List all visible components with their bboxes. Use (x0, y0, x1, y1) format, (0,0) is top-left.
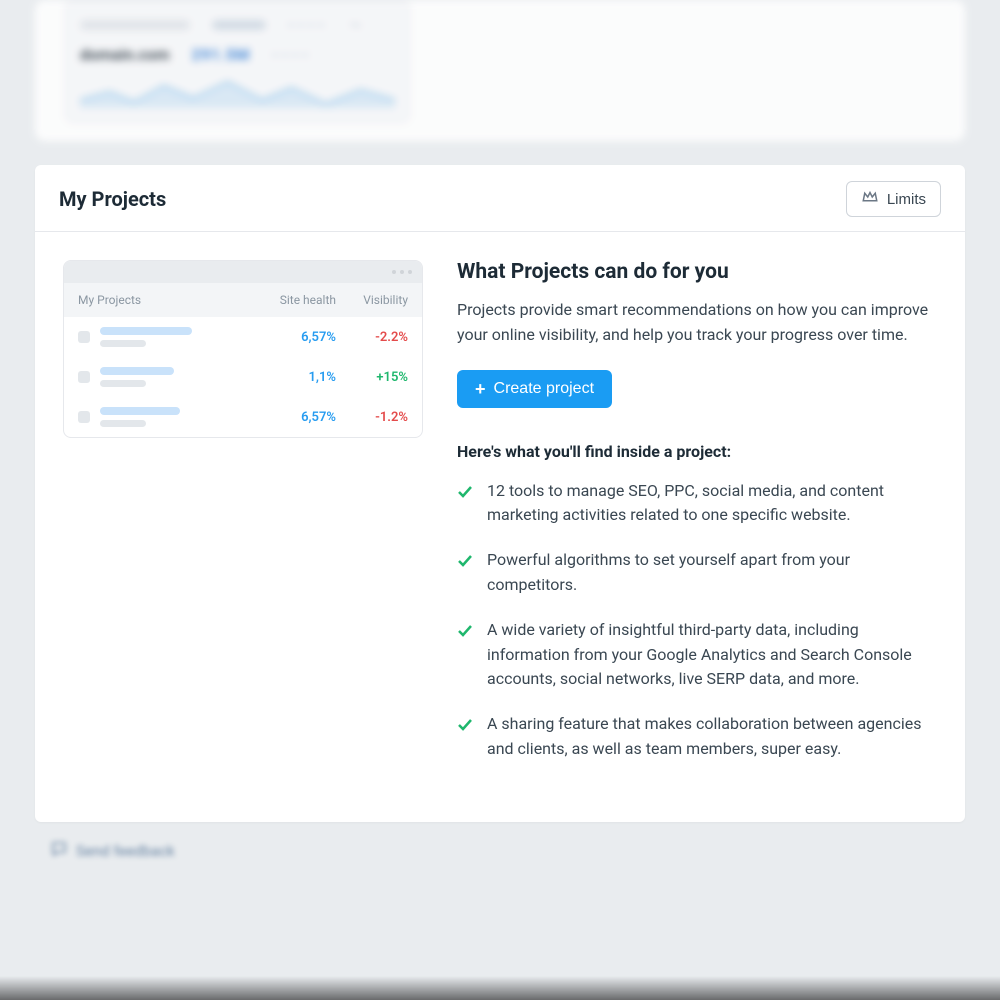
site-health-value: 1,1% (254, 370, 336, 385)
feature-text: Powerful algorithms to set yourself apar… (487, 548, 941, 598)
create-project-button[interactable]: + Create project (457, 370, 612, 408)
table-row: 6,57% -2.2% (64, 317, 422, 357)
my-projects-card: My Projects Limits My Projects Site heal… (35, 165, 965, 822)
section-heading: What Projects can do for you (457, 260, 941, 284)
feature-text: 12 tools to manage SEO, PPC, social medi… (487, 479, 941, 529)
features-heading: Here's what you'll find inside a project… (457, 442, 941, 461)
top-blurred-region: ～ domain.com 291.5M (0, 0, 1000, 141)
visibility-value: -2.2% (336, 330, 408, 345)
check-icon (457, 483, 473, 499)
bottom-shadow (0, 976, 1000, 1000)
check-icon (457, 716, 473, 732)
col-visibility: Visibility (336, 293, 408, 307)
list-item: Powerful algorithms to set yourself apar… (457, 548, 941, 598)
visibility-value: -1.2% (336, 410, 408, 425)
projects-info: What Projects can do for you Projects pr… (457, 260, 941, 782)
check-icon (457, 622, 473, 638)
section-description: Projects provide smart recommendations o… (457, 298, 941, 348)
list-item: 12 tools to manage SEO, PPC, social medi… (457, 479, 941, 529)
checkbox-placeholder (78, 331, 90, 343)
preview-header-row: My Projects Site health Visibility (64, 283, 422, 317)
plus-icon: + (475, 380, 486, 398)
col-projects: My Projects (78, 293, 254, 307)
projects-preview: My Projects Site health Visibility 6,57%… (63, 260, 423, 438)
check-icon (457, 552, 473, 568)
limits-button[interactable]: Limits (846, 181, 941, 217)
sparkline (80, 74, 395, 108)
list-item: A sharing feature that makes collaborati… (457, 712, 941, 762)
send-feedback-label: Send feedback (76, 842, 175, 860)
send-feedback-link[interactable]: Send feedback (50, 840, 175, 862)
domain-preview-card: ～ domain.com 291.5M (65, 0, 410, 123)
page-title: My Projects (59, 187, 166, 211)
crown-icon (861, 188, 879, 210)
visibility-value: +15% (336, 370, 408, 385)
chat-icon (50, 840, 68, 862)
list-item: A wide variety of insightful third-party… (457, 618, 941, 692)
feature-text: A sharing feature that makes collaborati… (487, 712, 941, 762)
preview-window-bar (64, 261, 422, 283)
my-projects-header: My Projects Limits (35, 165, 965, 232)
create-project-label: Create project (494, 380, 595, 398)
table-row: 1,1% +15% (64, 357, 422, 397)
site-health-value: 6,57% (254, 410, 336, 425)
table-row: 6,57% -1.2% (64, 397, 422, 437)
top-card: ～ domain.com 291.5M (35, 0, 965, 141)
site-health-value: 6,57% (254, 330, 336, 345)
domain-name: domain.com (80, 45, 170, 64)
limits-label: Limits (887, 191, 926, 208)
checkbox-placeholder (78, 371, 90, 383)
domain-value: 291.5M (192, 45, 250, 64)
checkbox-placeholder (78, 411, 90, 423)
col-site-health: Site health (254, 293, 336, 307)
feature-list: 12 tools to manage SEO, PPC, social medi… (457, 479, 941, 762)
feature-text: A wide variety of insightful third-party… (487, 618, 941, 692)
